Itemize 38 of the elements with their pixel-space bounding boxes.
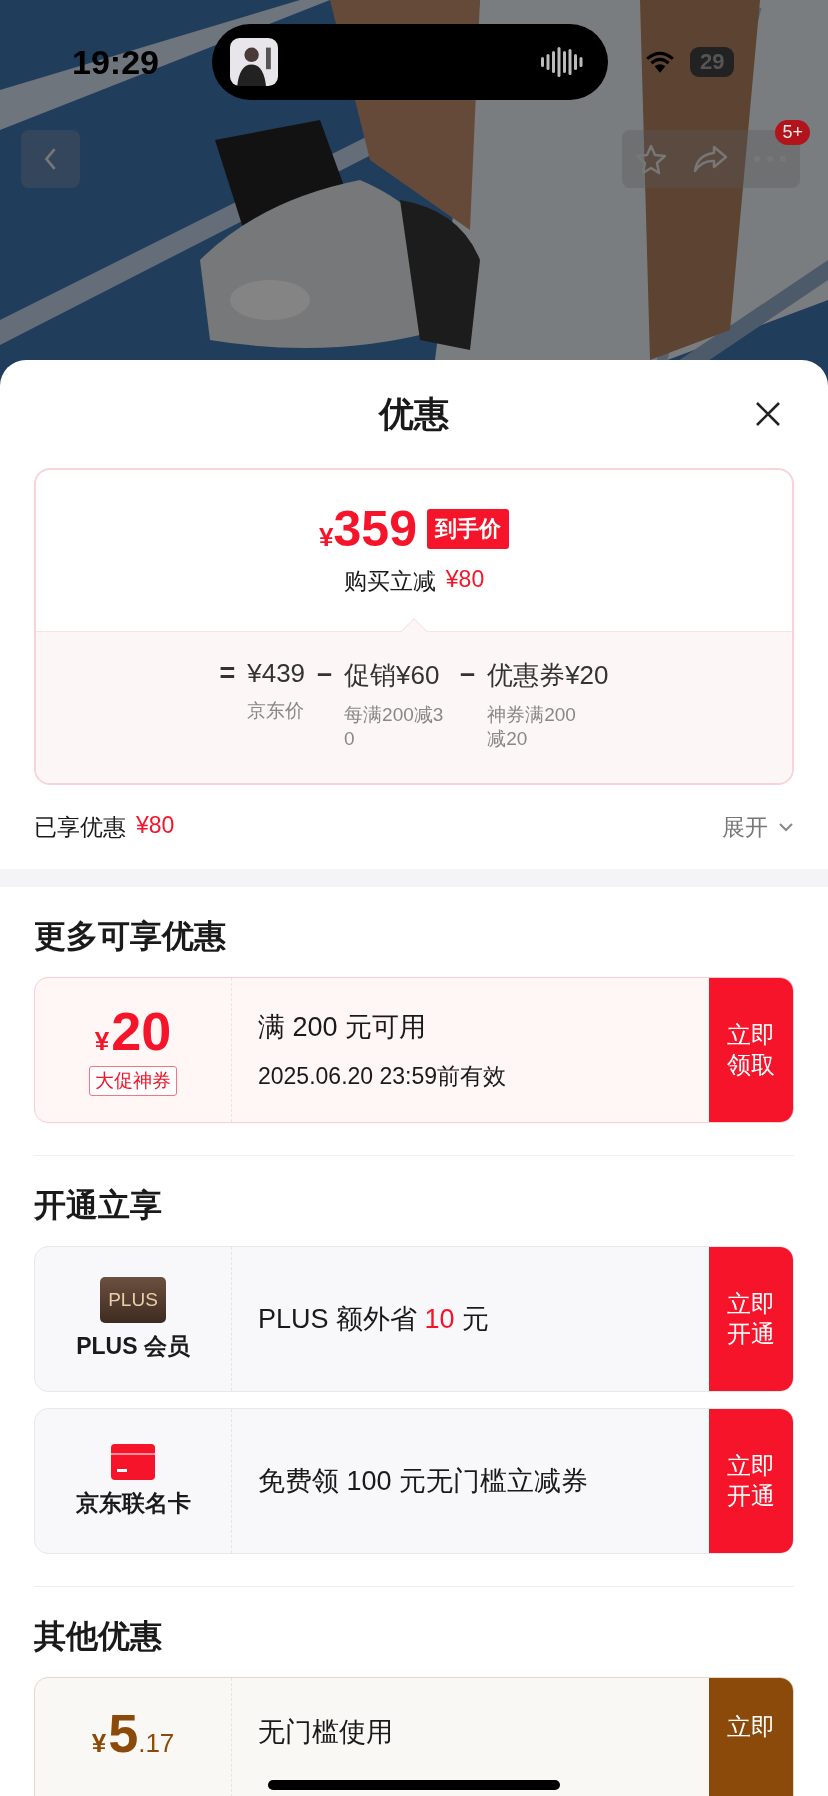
breakdown-note: 神券满200减20 bbox=[487, 703, 577, 751]
expand-button[interactable]: 展开 bbox=[722, 811, 794, 843]
bank-card-icon bbox=[111, 1443, 155, 1480]
activate-button[interactable]: 立即开通 bbox=[709, 1247, 793, 1391]
coupon-condition: 2025.06.20 23:59前有效 bbox=[258, 1061, 508, 1091]
chevron-down-icon bbox=[778, 822, 794, 832]
coupon-amount: ¥5.17 bbox=[91, 1706, 175, 1760]
coupon-condition: 满 200 元可用 bbox=[258, 1010, 428, 1044]
final-price: ¥359 bbox=[319, 504, 417, 554]
discount-label: 购买立减 bbox=[343, 567, 436, 596]
claim-button[interactable]: 立即领取 bbox=[709, 978, 793, 1122]
breakdown-amount: ¥439 bbox=[247, 658, 306, 689]
section-title: 更多可享优惠 bbox=[34, 917, 227, 956]
operator: – bbox=[460, 658, 476, 689]
coupon-amount: ¥20 bbox=[94, 1004, 172, 1058]
breakdown-amount: 优惠券¥20 bbox=[487, 659, 609, 692]
coupon-condition: 无门槛使用 bbox=[258, 1716, 394, 1749]
sheet-title: 优惠 bbox=[379, 392, 449, 435]
discount-value: ¥80 bbox=[445, 566, 485, 594]
breakdown-amount: 促销¥60 bbox=[344, 659, 441, 692]
operator: – bbox=[317, 658, 333, 689]
coupon-tag: 大促神券 bbox=[89, 1066, 177, 1096]
offer-description: PLUS 额外省 10 元 bbox=[258, 1303, 491, 1336]
offer-label: PLUS 会员 bbox=[76, 1331, 190, 1361]
close-icon[interactable] bbox=[754, 400, 782, 428]
section-title: 开通立享 bbox=[34, 1186, 163, 1225]
offer-description: 免费领 100 元无门槛立减券 bbox=[258, 1465, 590, 1498]
breakdown-note: 京东价 bbox=[247, 699, 306, 723]
claim-button[interactable]: 立即 bbox=[709, 1678, 793, 1796]
activate-button[interactable]: 立即开通 bbox=[709, 1409, 793, 1553]
plus-logo: PLUS bbox=[100, 1276, 166, 1323]
enjoyed-value: ¥80 bbox=[136, 811, 175, 840]
breakdown-note: 每满200减30 bbox=[344, 703, 445, 751]
enjoyed-label: 已享优惠 bbox=[34, 812, 126, 842]
offer-label: 京东联名卡 bbox=[75, 1488, 191, 1518]
price-tag: 到手价 bbox=[426, 509, 509, 549]
section-title: 其他优惠 bbox=[34, 1617, 163, 1656]
operator: = bbox=[219, 658, 236, 689]
